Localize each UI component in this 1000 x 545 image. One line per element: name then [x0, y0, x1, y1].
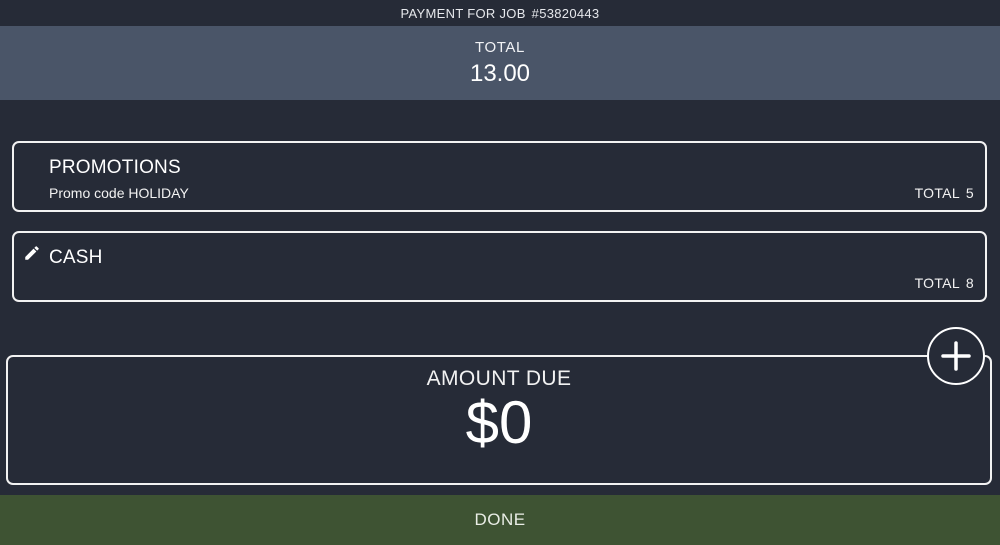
amount-due-value: $0 — [465, 389, 533, 456]
add-payment-button[interactable] — [927, 327, 985, 385]
cash-total: TOTAL 8 — [915, 275, 974, 291]
promotions-title: PROMOTIONS — [49, 157, 181, 178]
job-number: #53820443 — [531, 5, 600, 21]
total-label: TOTAL — [475, 38, 525, 56]
amount-due-label: AMOUNT DUE — [426, 367, 572, 390]
promotions-total-value: 5 — [965, 185, 974, 201]
cash-total-value: 8 — [965, 275, 974, 291]
pencil-icon[interactable] — [23, 244, 41, 262]
amount-due-panel: AMOUNT DUE $0 — [6, 355, 992, 485]
header-title: PAYMENT FOR JOB — [400, 5, 526, 21]
promo-code-text: Promo code HOLIDAY — [49, 185, 189, 201]
promotions-card[interactable]: PROMOTIONS Promo code HOLIDAY TOTAL 5 — [12, 141, 987, 212]
plus-icon — [941, 341, 971, 371]
header-bar: PAYMENT FOR JOB #53820443 — [0, 0, 1000, 26]
cash-title: CASH — [49, 247, 103, 268]
cash-total-label: TOTAL — [914, 275, 960, 291]
promotions-total: TOTAL 5 — [915, 185, 974, 201]
total-value: 13.00 — [469, 59, 531, 87]
payment-screen: PAYMENT FOR JOB #53820443 TOTAL 13.00 PR… — [0, 0, 1000, 545]
cash-card[interactable]: CASH TOTAL 8 — [12, 231, 987, 302]
promotions-total-label: TOTAL — [914, 185, 960, 201]
done-button[interactable]: DONE — [0, 495, 1000, 545]
total-summary: TOTAL 13.00 — [0, 26, 1000, 100]
